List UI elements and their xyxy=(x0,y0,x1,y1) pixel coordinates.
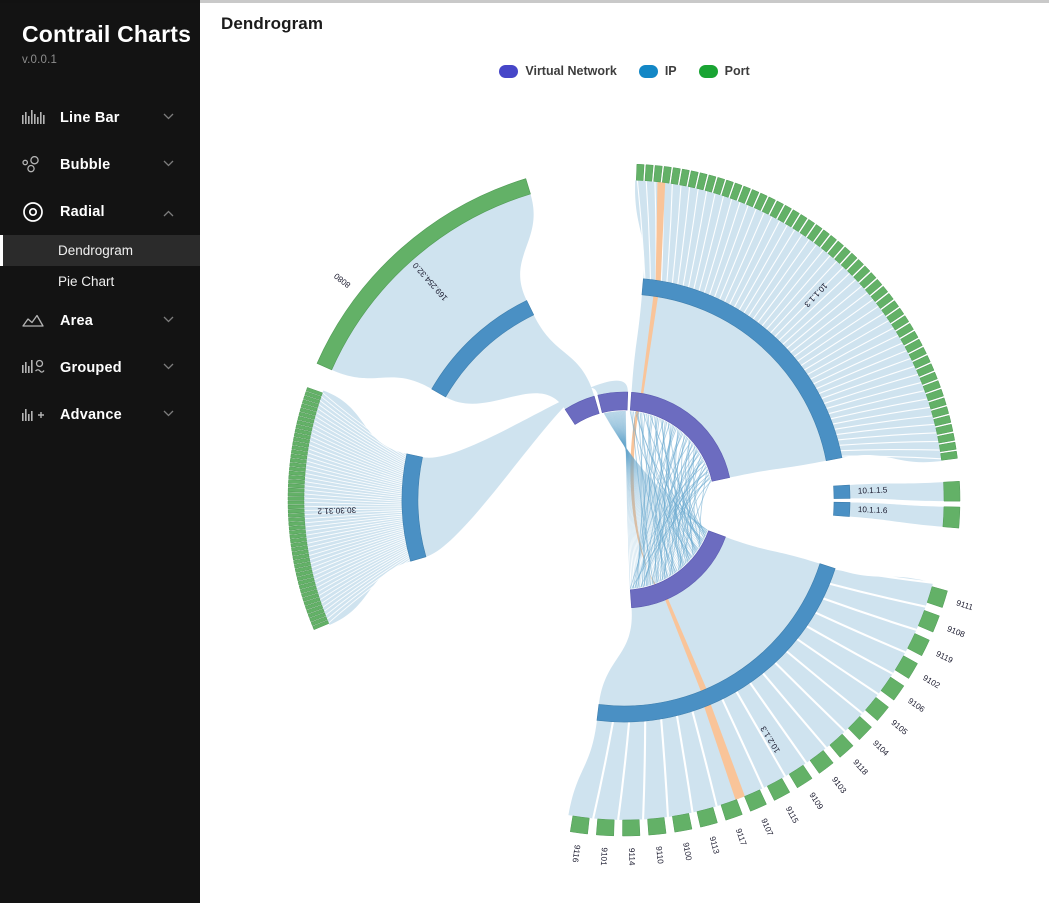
sidebar-item-pie-chart[interactable]: Pie Chart xyxy=(0,266,200,297)
port-label: 9114 xyxy=(627,848,636,866)
port-label: 9107 xyxy=(759,817,775,838)
legend-label: Port xyxy=(724,64,750,78)
port-label: 9111 xyxy=(955,599,974,613)
port-label: 9115 xyxy=(784,805,800,825)
sidebar-subitem-label: Pie Chart xyxy=(58,274,115,290)
sidebar-item-area[interactable]: Area xyxy=(0,297,200,344)
legend-item-ip[interactable]: IP xyxy=(638,64,677,78)
port-label: 9109 xyxy=(807,791,825,812)
ip-label: 30.30.31.2 xyxy=(317,505,356,515)
port-label: 9117 xyxy=(734,827,748,847)
sidebar-item-advance[interactable]: Advance xyxy=(0,391,200,438)
legend-swatch xyxy=(638,64,658,78)
brand: Contrail Charts v.0.0.1 xyxy=(0,0,200,66)
sidebar-item-bubble[interactable]: Bubble xyxy=(0,141,200,188)
sidebar-item-label: Line Bar xyxy=(60,109,120,126)
sidebar-item-dendrogram[interactable]: Dendrogram xyxy=(0,235,200,267)
chevron-down-icon[interactable] xyxy=(163,113,174,120)
sidebar-item-label: Advance xyxy=(60,406,122,423)
port-label: 9108 xyxy=(946,624,967,639)
port-label: 9104 xyxy=(871,739,891,758)
ip-label: 10.1.1.5 xyxy=(858,485,888,495)
sidebar: Contrail Charts v.0.0.1 Line Bar Bubble … xyxy=(0,0,200,903)
port-label: 9101 xyxy=(599,847,609,866)
brand-version: v.0.0.1 xyxy=(22,54,58,67)
sidebar-subitem-label: Dendrogram xyxy=(58,243,134,259)
advance-chart-icon xyxy=(22,404,48,426)
sidebar-item-label: Area xyxy=(60,312,94,329)
legend-label: Virtual Network xyxy=(525,64,617,78)
legend-swatch xyxy=(499,64,519,78)
main-content: Dendrogram Virtual Network IP Port 169.2… xyxy=(200,0,1049,903)
port-label: 9106 xyxy=(906,696,926,714)
sidebar-subnav-radial: Dendrogram Pie Chart xyxy=(0,235,200,297)
chevron-down-icon[interactable] xyxy=(163,363,174,370)
port-label: 9102 xyxy=(921,673,942,690)
radial-icon xyxy=(22,201,48,223)
chevron-down-icon[interactable] xyxy=(163,160,174,167)
window-top-divider-left xyxy=(0,0,200,3)
port-label: 9113 xyxy=(708,836,721,856)
sidebar-nav: Line Bar Bubble Radial Dendrogram Pie Ch… xyxy=(0,94,200,438)
chart-legend: Virtual Network IP Port xyxy=(200,64,1049,78)
page-title: Dendrogram xyxy=(221,14,324,33)
port-label: 9119 xyxy=(934,649,954,665)
chevron-up-icon[interactable] xyxy=(163,210,174,217)
sidebar-item-line-bar[interactable]: Line Bar xyxy=(0,94,200,141)
sidebar-item-radial[interactable]: Radial xyxy=(0,188,200,235)
port-label: 9110 xyxy=(654,846,665,865)
sidebar-item-label: Bubble xyxy=(60,156,111,173)
bubble-icon xyxy=(22,154,48,176)
legend-swatch xyxy=(698,64,718,78)
port-label: 9105 xyxy=(889,718,909,737)
port-label: 8080 xyxy=(332,271,352,290)
grouped-chart-icon xyxy=(22,357,48,379)
brand-title: Contrail Charts xyxy=(22,21,192,47)
legend-label: IP xyxy=(664,64,677,78)
chevron-down-icon[interactable] xyxy=(163,316,174,323)
bar-chart-icon xyxy=(22,107,48,129)
area-chart-icon xyxy=(22,310,48,332)
dendrogram-svg[interactable]: 169.254.32.030.30.31.210.1.1.310.2.1.380… xyxy=(200,90,1049,903)
port-label: 9116 xyxy=(570,844,581,863)
radial-dendrogram-chart[interactable]: 169.254.32.0 30.30.31.2 10.1.1.3 10.2.1.3 80… xyxy=(200,90,1049,903)
ip-label: 10.1.1.6 xyxy=(858,505,888,515)
port-label: 9100 xyxy=(681,842,693,862)
sidebar-item-label: Grouped xyxy=(60,359,122,376)
sidebar-item-grouped[interactable]: Grouped xyxy=(0,344,200,391)
legend-item-port[interactable]: Port xyxy=(698,64,750,78)
legend-item-virtual-network[interactable]: Virtual Network xyxy=(499,64,617,78)
chevron-down-icon[interactable] xyxy=(163,410,174,417)
port-label: 9118 xyxy=(851,758,870,777)
ribbon-layer xyxy=(303,180,944,821)
sidebar-item-label: Radial xyxy=(60,203,105,220)
port-label: 9103 xyxy=(830,775,848,795)
